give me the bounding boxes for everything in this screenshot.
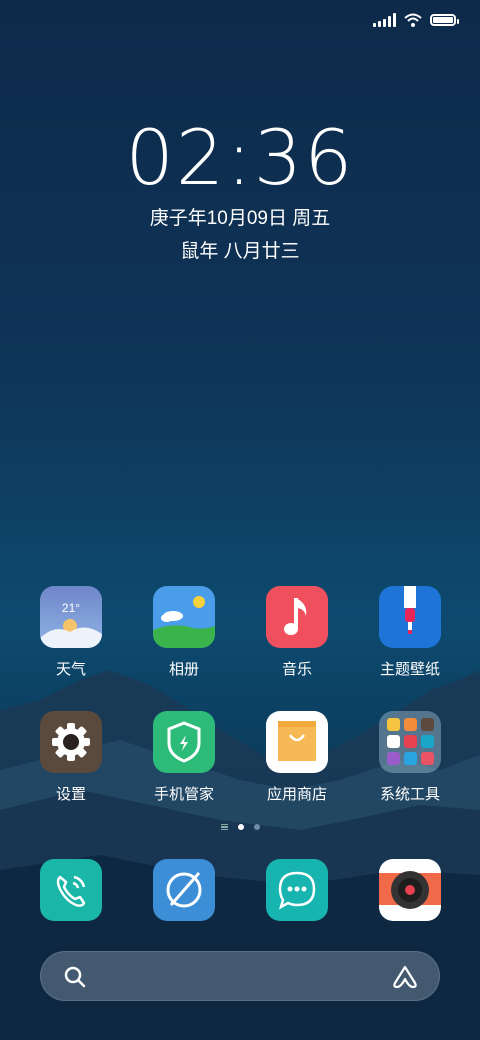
themes-icon — [379, 586, 441, 648]
app-security[interactable]: 手机管家 — [134, 711, 234, 804]
app-label: 相册 — [168, 661, 199, 678]
security-icon — [153, 711, 215, 773]
lunar-date-line: 鼠年 八月廿三 — [180, 241, 300, 262]
feed-page-icon[interactable] — [220, 824, 228, 830]
status-bar — [373, 8, 459, 32]
music-icon — [266, 586, 328, 648]
app-system-tools-folder[interactable]: 系统工具 — [360, 711, 460, 804]
dock-messages[interactable] — [247, 859, 347, 921]
page-indicator — [0, 824, 480, 830]
settings-icon — [40, 711, 102, 773]
app-label: 系统工具 — [379, 786, 440, 803]
messages-icon — [266, 859, 328, 921]
dock-camera[interactable] — [360, 859, 460, 921]
dock-browser[interactable] — [134, 859, 234, 921]
browser-icon — [153, 859, 215, 921]
signal-icon — [373, 13, 396, 27]
weather-icon: 21° — [40, 586, 102, 648]
app-label: 天气 — [55, 661, 86, 678]
app-store[interactable]: 应用商店 — [247, 711, 347, 804]
page-dot[interactable] — [253, 824, 260, 830]
app-label: 应用商店 — [266, 786, 327, 803]
dock-phone[interactable] — [21, 859, 121, 921]
phone-icon — [40, 859, 102, 921]
page-dot-active[interactable] — [237, 824, 244, 830]
clock-time[interactable]: 02:36 — [0, 118, 480, 198]
search-bar[interactable] — [40, 951, 440, 1001]
gallery-icon — [153, 586, 215, 648]
assistant-icon[interactable] — [391, 965, 419, 989]
app-label: 主题壁纸 — [379, 661, 440, 678]
app-weather[interactable]: 21° 天气 — [21, 586, 121, 679]
app-label: 手机管家 — [153, 786, 214, 803]
app-label: 音乐 — [281, 661, 312, 678]
app-themes[interactable]: 主题壁纸 — [360, 586, 460, 679]
camera-icon — [379, 859, 441, 921]
battery-icon — [430, 14, 459, 26]
date-line[interactable]: 庚子年10月09日 周五 — [0, 203, 480, 230]
app-settings[interactable]: 设置 — [21, 711, 121, 804]
wifi-icon — [404, 13, 422, 27]
app-gallery[interactable]: 相册 — [134, 586, 234, 679]
folder-icon — [379, 711, 441, 773]
app-store-icon — [266, 711, 328, 773]
app-label: 设置 — [55, 786, 86, 803]
search-icon[interactable] — [63, 965, 87, 989]
app-music[interactable]: 音乐 — [247, 586, 347, 679]
